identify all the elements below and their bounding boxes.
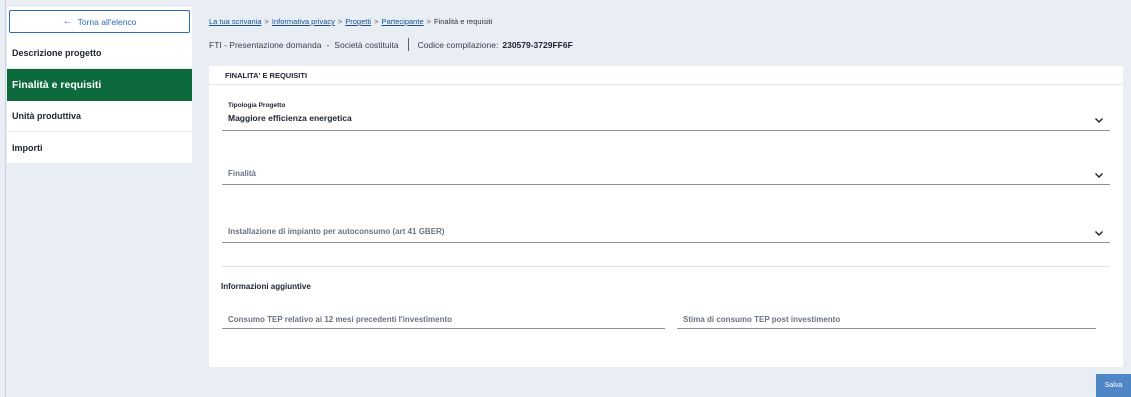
procedure-dash: - (326, 39, 330, 50)
sidebar-item-unita-produttiva[interactable]: Unità produttiva (7, 101, 192, 132)
back-to-list-button[interactable]: ← Torna all'elenco (9, 10, 190, 33)
installazione-impianto-select[interactable]: Installazione di impianto per autoconsum… (222, 222, 1110, 243)
info-aggiuntive-title: Informazioni aggiuntive (221, 282, 311, 291)
breadcrumb-separator: > (264, 17, 269, 26)
tipologia-progetto-value: Maggiore efficienza energetica (228, 113, 352, 123)
sidebar-item-descrizione-progetto[interactable]: Descrizione progetto (7, 38, 192, 69)
breadcrumb-link-scrivania[interactable]: La tua scrivania (209, 17, 262, 26)
section-divider (222, 266, 1110, 267)
breadcrumb-link-informativa-privacy[interactable]: Informativa privacy (272, 17, 335, 26)
chevron-down-icon[interactable] (1094, 228, 1104, 238)
sidebar-item-finalita-requisiti[interactable]: Finalità e requisiti (7, 69, 192, 101)
back-to-list-label: Torna all'elenco (77, 16, 137, 27)
breadcrumb-current: Finalità e requisiti (434, 17, 493, 26)
chevron-down-icon[interactable] (1094, 115, 1104, 125)
window-top-edge (0, 0, 1131, 7)
sidebar-item-label: Finalità e requisiti (12, 79, 102, 91)
sidebar-item-label: Descrizione progetto (12, 48, 102, 58)
procedure-name: FTI - Presentazione domanda (209, 39, 322, 50)
breadcrumb-separator: > (374, 17, 379, 26)
sidebar: ← Torna all'elenco Descrizione progetto … (7, 7, 192, 163)
tipologia-progetto-label: Tipologia Progetto (228, 102, 286, 109)
sidebar-item-importi[interactable]: Importi (7, 132, 192, 163)
tipologia-progetto-select[interactable]: Tipologia Progetto Maggiore efficienza e… (222, 102, 1110, 131)
window-left-edge (0, 0, 6, 397)
breadcrumb-link-progetti[interactable]: Progetti (345, 17, 371, 26)
code-value: 230579-3729FF6F (502, 39, 573, 50)
consumo-tep-pre-placeholder: Consumo TEP relativo ai 12 mesi preceden… (228, 315, 453, 324)
consumo-tep-post-input[interactable]: Stima di consumo TEP post investimento (677, 313, 1096, 329)
finalita-placeholder: Finalità (228, 169, 257, 178)
breadcrumb-link-partecipante[interactable]: Partecipante (382, 17, 424, 26)
sidebar-item-label: Importi (12, 142, 43, 153)
consumo-tep-post-placeholder: Stima di consumo TEP post investimento (683, 315, 841, 324)
code-label: Codice compilazione: (417, 39, 499, 50)
breadcrumb-separator: > (426, 17, 432, 26)
chevron-down-icon[interactable] (1094, 170, 1104, 180)
sidebar-item-label: Unità produttiva (12, 111, 81, 121)
form-card: FINALITA' E REQUISITI Tipologia Progetto… (209, 66, 1123, 367)
procedure-info: FTI - Presentazione domanda - Società co… (209, 38, 573, 51)
breadcrumb-separator: > (337, 17, 343, 26)
company-type: Società costituita (334, 39, 399, 50)
save-button[interactable]: Salva (1096, 374, 1131, 397)
consumo-tep-pre-input[interactable]: Consumo TEP relativo ai 12 mesi preceden… (222, 313, 665, 329)
vertical-divider (407, 38, 409, 51)
installazione-impianto-placeholder: Installazione di impianto per autoconsum… (228, 227, 445, 236)
breadcrumb: La tua scrivania > Informativa privacy > Pro… (209, 17, 492, 26)
finalita-select[interactable]: Finalità (222, 164, 1110, 185)
form-title: FINALITA' E REQUISITI (209, 66, 1123, 85)
arrow-left-icon: ← (62, 15, 73, 27)
